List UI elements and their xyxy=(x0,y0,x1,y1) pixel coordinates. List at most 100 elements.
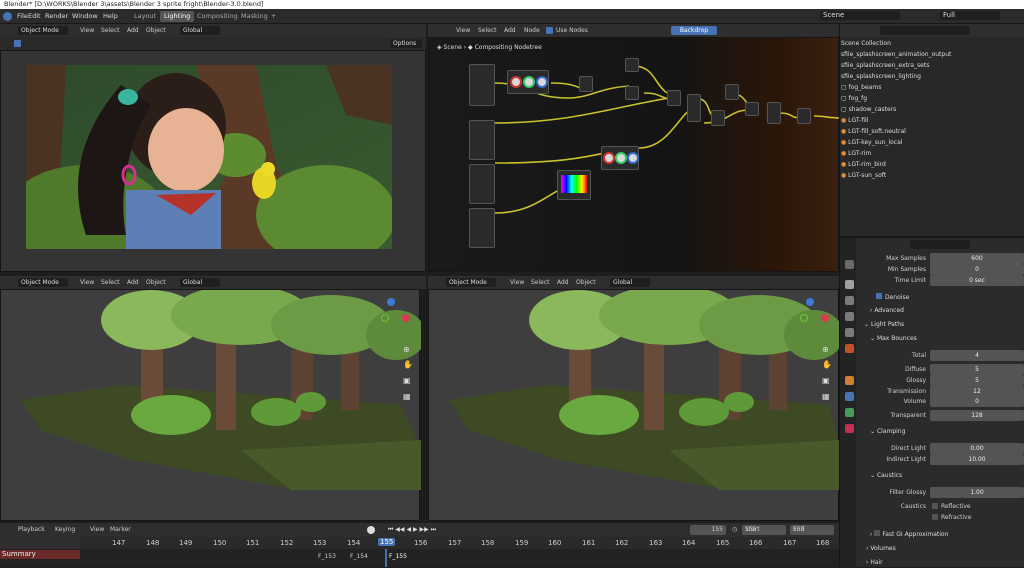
menu-marker[interactable]: Marker xyxy=(110,523,131,536)
use-nodes-checkbox[interactable] xyxy=(546,27,553,34)
menu-view[interactable]: View xyxy=(80,24,94,37)
outliner-root[interactable]: Scene Collection xyxy=(841,38,1024,49)
transform-orientation[interactable]: Global xyxy=(610,278,650,287)
playback-controls-icon[interactable]: ⏮ ◀◀ ◀ ▶ ▶▶ ⏭ xyxy=(388,523,436,536)
composite-node[interactable] xyxy=(797,108,811,124)
render-tab-icon[interactable] xyxy=(845,280,854,289)
backdrop-button[interactable]: Backdrop xyxy=(671,26,717,35)
fast-gi-checkbox[interactable] xyxy=(874,530,881,536)
mix-node[interactable] xyxy=(711,110,725,126)
pan-hand-icon[interactable]: ✋ xyxy=(822,360,832,369)
render-layer-node[interactable] xyxy=(469,208,495,248)
caustics-panel[interactable]: ⌄ Caustics xyxy=(870,472,902,479)
menu-view[interactable]: View xyxy=(90,523,104,536)
menu-select[interactable]: Select xyxy=(101,276,120,289)
menu-file[interactable]: File xyxy=(17,9,28,24)
denoise-panel[interactable]: Denoise xyxy=(876,293,909,301)
world-tab-icon[interactable] xyxy=(845,344,854,353)
color-balance-node[interactable] xyxy=(601,146,639,170)
outliner-item[interactable]: ● LGT-rim_bird xyxy=(841,159,1024,170)
end-frame-field[interactable]: End 155 xyxy=(790,525,834,535)
menu-add[interactable]: Add xyxy=(557,276,569,289)
select-box-icon[interactable] xyxy=(14,40,21,47)
render-layer-node[interactable] xyxy=(469,164,495,204)
camera-icon[interactable]: ▣ xyxy=(822,376,830,385)
tool-tab-icon[interactable] xyxy=(845,260,854,269)
options-dropdown[interactable]: Options xyxy=(390,39,422,48)
color-balance-node[interactable] xyxy=(507,70,549,94)
mix-node[interactable] xyxy=(725,84,739,100)
outliner-item[interactable]: sfiie_splashscreen_lighting xyxy=(841,71,1024,82)
clamping-panel[interactable]: ⌄ Clamping xyxy=(870,428,905,435)
max-bounces-panel[interactable]: ⌄ Max Bounces xyxy=(870,335,917,342)
camera-viewport[interactable] xyxy=(0,50,426,272)
timeline-marker[interactable]: F_155 xyxy=(389,553,407,560)
transform-orientation[interactable]: Global xyxy=(180,278,220,287)
menu-view[interactable]: View xyxy=(456,24,470,37)
outliner-item[interactable]: ▢ fog_beams xyxy=(841,82,1024,93)
tab-lighting[interactable]: Lighting xyxy=(160,11,195,22)
summary-channel[interactable]: Summary xyxy=(0,550,80,559)
current-frame-field[interactable]: 155 xyxy=(690,525,726,535)
blender-logo-icon[interactable] xyxy=(3,12,12,21)
node-editor[interactable]: ◈ Scene › ◆ Compositing Nodetree xyxy=(428,37,840,272)
light-paths-panel[interactable]: ⌄ Light Paths xyxy=(864,321,904,328)
output-tab-icon[interactable] xyxy=(845,296,854,305)
current-frame-indicator[interactable]: 155 xyxy=(378,538,396,546)
constraint-tab-icon[interactable] xyxy=(845,408,854,417)
menu-view[interactable]: View xyxy=(510,276,524,289)
gizmo-x-icon[interactable] xyxy=(821,314,829,322)
render-layer-node[interactable] xyxy=(469,64,495,106)
gizmo-z-icon[interactable] xyxy=(806,298,814,306)
tab-layout[interactable]: Layout xyxy=(130,11,160,22)
refractive-checkbox[interactable] xyxy=(932,514,938,520)
scene-selector[interactable]: Scene xyxy=(820,11,900,20)
menu-object[interactable]: Object xyxy=(146,24,166,37)
menu-select[interactable]: Select xyxy=(531,276,550,289)
start-frame-field[interactable]: Start 155 xyxy=(742,525,786,535)
menu-add[interactable]: Add xyxy=(127,24,139,37)
mix-node[interactable] xyxy=(579,76,593,92)
menu-select[interactable]: Select xyxy=(478,24,497,37)
gizmo-z-icon[interactable] xyxy=(387,298,395,306)
menu-edit[interactable]: Edit xyxy=(28,9,41,24)
menu-node[interactable]: Node xyxy=(524,24,540,37)
scene-tab-icon[interactable] xyxy=(845,328,854,337)
object-tab-icon[interactable] xyxy=(845,376,854,385)
mode-dropdown[interactable]: Object Mode xyxy=(18,278,68,287)
transform-orientation[interactable]: Global xyxy=(180,26,220,35)
outliner-item[interactable]: ● LGT-fill_soft.neutral xyxy=(841,126,1024,137)
grid-icon[interactable]: ▦ xyxy=(403,392,411,401)
menu-keying[interactable]: Keying xyxy=(55,523,75,536)
gizmo-y-icon[interactable] xyxy=(800,314,808,322)
pan-hand-icon[interactable]: ✋ xyxy=(403,360,413,369)
menu-add[interactable]: Add xyxy=(127,276,139,289)
outliner-item[interactable]: ● LGT-sun_soft xyxy=(841,170,1024,181)
3d-viewport-left[interactable]: ⊕ ✋ ▣ ▦ xyxy=(0,289,421,521)
view-layer-selector[interactable]: Full xyxy=(940,11,1000,20)
record-icon[interactable] xyxy=(367,526,375,534)
menu-help[interactable]: Help xyxy=(103,9,118,24)
view-layer-tab-icon[interactable] xyxy=(845,312,854,321)
outliner-item[interactable]: ● LGT-key_sun_local xyxy=(841,137,1024,148)
zoom-icon[interactable]: ⊕ xyxy=(403,345,410,354)
fast-gi-panel[interactable]: › Fast GI Approximation xyxy=(870,530,948,538)
modifier-tab-icon[interactable] xyxy=(845,392,854,401)
timeline-area[interactable]: Summary 147 148 149 150 151 152 153 154 … xyxy=(0,537,839,567)
mix-node[interactable] xyxy=(745,102,759,116)
reflective-checkbox[interactable] xyxy=(932,503,938,509)
menu-view[interactable]: View xyxy=(80,276,94,289)
mode-dropdown[interactable]: Object Mode xyxy=(446,278,496,287)
menu-playback[interactable]: Playback xyxy=(18,523,45,536)
color-ramp-node[interactable] xyxy=(557,170,591,200)
outliner-search[interactable] xyxy=(880,26,970,35)
tab-add[interactable]: + xyxy=(267,11,280,22)
tab-compositing[interactable]: Compositing xyxy=(193,11,242,22)
3d-viewport-right[interactable]: ⊕ ✋ ▣ ▦ xyxy=(428,289,840,521)
outliner-item[interactable]: ● LGT-rim xyxy=(841,148,1024,159)
texture-tab-icon[interactable] xyxy=(845,424,854,433)
hair-panel[interactable]: › Hair xyxy=(866,559,883,566)
volumes-panel[interactable]: › Volumes xyxy=(866,545,896,552)
menu-object[interactable]: Object xyxy=(576,276,596,289)
menu-select[interactable]: Select xyxy=(101,24,120,37)
